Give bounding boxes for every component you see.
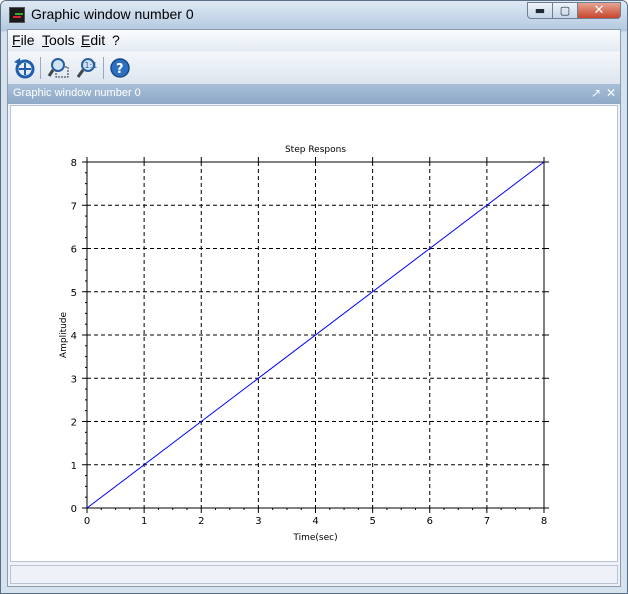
x-tick-label: 7 [484,516,490,527]
chart-title: Step Respons [285,145,346,155]
minimize-icon: ▬ [534,4,546,17]
y-tick-label: 0 [71,504,77,515]
x-tick-label: 8 [541,516,547,527]
close-icon: ✕ [593,3,605,18]
window-title: Graphic window number 0 [31,6,194,22]
menu-help[interactable]: ? [112,32,120,48]
zoom-icon [47,58,69,78]
menu-bar: File Tools Edit ? [8,30,620,51]
x-tick-label: 3 [255,516,261,527]
y-tick-label: 3 [71,374,77,385]
y-tick-label: 1 [71,461,77,472]
menu-tools[interactable]: Tools [42,32,75,48]
toolbar-separator [103,57,104,79]
panel-title: Graphic window number 0 [13,87,141,99]
status-bar [10,565,618,584]
y-tick-label: 2 [71,418,77,429]
undock-icon[interactable]: ↗ [591,86,601,100]
y-tick-label: 4 [71,331,77,342]
y-tick-label: 6 [71,245,77,256]
panel-header: Graphic window number 0 ↗ ✕ [8,84,620,104]
minimize-button[interactable]: ▬ [527,2,553,19]
close-button[interactable]: ✕ [577,2,621,19]
y-axis-label: Amplitude [59,311,69,358]
menu-edit[interactable]: Edit [81,32,105,48]
svg-text:?: ? [116,62,124,77]
x-tick-label: 4 [312,516,318,527]
zoom-button[interactable] [46,55,72,81]
graphic-window: Graphic window number 0 ▬ ▢ ✕ File Tools… [0,0,628,594]
x-axis-label: Time(sec) [292,533,337,543]
app-icon [9,7,25,23]
unzoom-button[interactable]: 1:1 [74,55,100,81]
x-tick-label: 0 [84,516,90,527]
x-tick-label: 1 [141,516,147,527]
help-button[interactable]: ? [107,55,133,81]
help-icon: ? [110,58,130,78]
x-tick-label: 2 [198,516,204,527]
x-tick-label: 5 [369,516,375,527]
plot-canvas[interactable]: 0 1 2 3 4 5 6 7 8 0 1 2 3 4 5 6 7 8 Step Respons Time(sec) A… [10,105,618,562]
y-tick-label: 7 [71,201,77,212]
x-tick-label: 6 [427,516,433,527]
window-content: File Tools Edit ? 1:1 ? Graphic window n… [7,29,621,587]
rotate-button[interactable] [11,55,37,81]
svg-text:1:1: 1:1 [85,61,98,70]
y-tick-label: 5 [71,288,77,299]
toolbar-separator [40,57,41,79]
title-bar[interactable]: Graphic window number 0 ▬ ▢ ✕ [1,1,627,29]
menu-file[interactable]: File [12,32,35,48]
toolbar: 1:1 ? [8,52,620,85]
y-tick-label: 8 [71,158,77,169]
unzoom-icon: 1:1 [76,58,98,78]
panel-close-icon[interactable]: ✕ [606,86,616,100]
maximize-icon: ▢ [559,4,571,17]
rotate-icon [14,58,35,79]
step-response-chart: 0 1 2 3 4 5 6 7 8 0 1 2 3 4 5 6 7 8 Step Respons Time(sec) A… [59,145,549,543]
maximize-button[interactable]: ▢ [552,2,578,19]
